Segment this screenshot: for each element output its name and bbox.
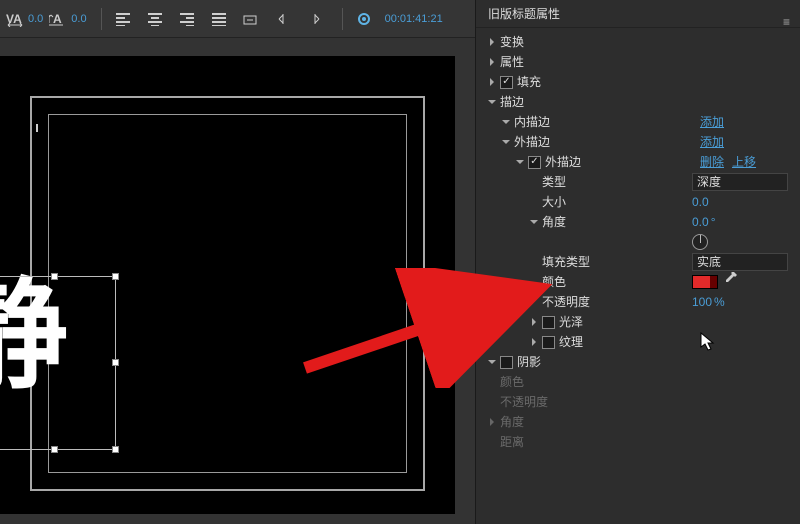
stroke-size-row: 大小 0.0: [482, 192, 794, 212]
panel-title-label: 旧版标题属性: [488, 7, 560, 21]
ruler-mark: [36, 124, 38, 132]
chevron-down-icon: [486, 96, 498, 108]
chevron-right-icon: [486, 56, 498, 68]
stroke-size-value[interactable]: 0.0: [692, 192, 709, 212]
stroke-angle-dial-row: [482, 232, 794, 252]
chevron-right-icon: [486, 416, 498, 428]
opacity-value[interactable]: 100: [692, 292, 712, 312]
shadow-row[interactable]: 阴影: [482, 352, 794, 372]
shadow-color-row: 颜色: [482, 372, 794, 392]
svg-text:A: A: [53, 12, 62, 26]
chevron-down-icon: [514, 156, 526, 168]
title-preview[interactable]: 静: [0, 38, 475, 524]
resize-handle[interactable]: [51, 446, 58, 453]
selection-box[interactable]: [0, 276, 116, 450]
chevron-down-icon: [528, 216, 540, 228]
tab-icon[interactable]: [238, 6, 264, 32]
fill-row[interactable]: 填充: [482, 72, 794, 92]
resize-handle[interactable]: [112, 273, 119, 280]
fill-checkbox[interactable]: [500, 76, 513, 89]
outer-stroke-checkbox[interactable]: [528, 156, 541, 169]
chevron-down-icon: [486, 356, 498, 368]
shadow-angle-row: 角度: [482, 412, 794, 432]
angle-dial[interactable]: [692, 234, 708, 250]
chevron-right-icon: [486, 36, 498, 48]
title-properties-panel: 旧版标题属性 ≡ 变换 属性 填充 描边 内描边 添加: [475, 0, 800, 524]
tab-left-icon[interactable]: [270, 6, 296, 32]
color-swatch[interactable]: [692, 275, 718, 289]
align-left-icon[interactable]: [110, 6, 136, 32]
sheen-checkbox[interactable]: [542, 316, 555, 329]
texture-row[interactable]: 纹理: [482, 332, 794, 352]
add-outer-stroke-link[interactable]: 添加: [700, 132, 724, 152]
resize-handle[interactable]: [112, 359, 119, 366]
chevron-down-icon: [500, 116, 512, 128]
outer-stroke-item-row[interactable]: 外描边 删除 上移: [482, 152, 794, 172]
chevron-right-icon: [528, 336, 540, 348]
properties-row[interactable]: 属性: [482, 52, 794, 72]
shadow-distance-row: 距离: [482, 432, 794, 452]
stroke-type-dropdown[interactable]: 深度: [692, 173, 788, 191]
shadow-opacity-row: 不透明度: [482, 392, 794, 412]
chevron-right-icon: [486, 76, 498, 88]
tab-right-icon[interactable]: [302, 6, 328, 32]
texture-checkbox[interactable]: [542, 336, 555, 349]
stroke-angle-value[interactable]: 0.0: [692, 212, 709, 232]
color-row: 颜色: [482, 272, 794, 292]
add-inner-stroke-link[interactable]: 添加: [700, 112, 724, 132]
inner-stroke-row[interactable]: 内描边 添加: [482, 112, 794, 132]
stroke-angle-row[interactable]: 角度 0.0°: [482, 212, 794, 232]
move-up-stroke-link[interactable]: 上移: [732, 152, 756, 172]
delete-stroke-link[interactable]: 删除: [700, 152, 724, 172]
baseline-shift-tool[interactable]: A 0.0: [49, 6, 86, 32]
separator: [101, 8, 102, 30]
transform-row[interactable]: 变换: [482, 32, 783, 52]
stroke-type-row: 类型 深度: [482, 172, 794, 192]
align-right-icon[interactable]: [174, 6, 200, 32]
sheen-row[interactable]: 光泽: [482, 312, 794, 332]
fill-type-row: 填充类型 实底: [482, 252, 794, 272]
fill-type-dropdown[interactable]: 实底: [692, 253, 788, 271]
distribute-icon[interactable]: [206, 6, 232, 32]
eyedropper-icon[interactable]: [724, 272, 738, 292]
kerning-value[interactable]: 0.0: [28, 13, 43, 25]
shadow-checkbox[interactable]: [500, 356, 513, 369]
outer-stroke-row[interactable]: 外描边 添加: [482, 132, 794, 152]
chevron-down-icon: [500, 136, 512, 148]
resize-handle[interactable]: [112, 446, 119, 453]
kerning-tool[interactable]: VA 0.0: [6, 6, 43, 32]
opacity-row: 不透明度 100 %: [482, 292, 794, 312]
separator: [342, 8, 343, 30]
panel-title: 旧版标题属性 ≡: [476, 0, 800, 28]
text-caret: [432, 356, 446, 358]
chevron-right-icon: [528, 316, 540, 328]
align-center-icon[interactable]: [142, 6, 168, 32]
resize-handle[interactable]: [51, 273, 58, 280]
panel-menu-icon[interactable]: ≡: [783, 8, 790, 36]
baseline-value[interactable]: 0.0: [71, 13, 86, 25]
timecode[interactable]: 00:01:41:21: [385, 13, 443, 25]
show-video-icon[interactable]: [351, 6, 377, 32]
stroke-row[interactable]: 描边: [482, 92, 794, 112]
